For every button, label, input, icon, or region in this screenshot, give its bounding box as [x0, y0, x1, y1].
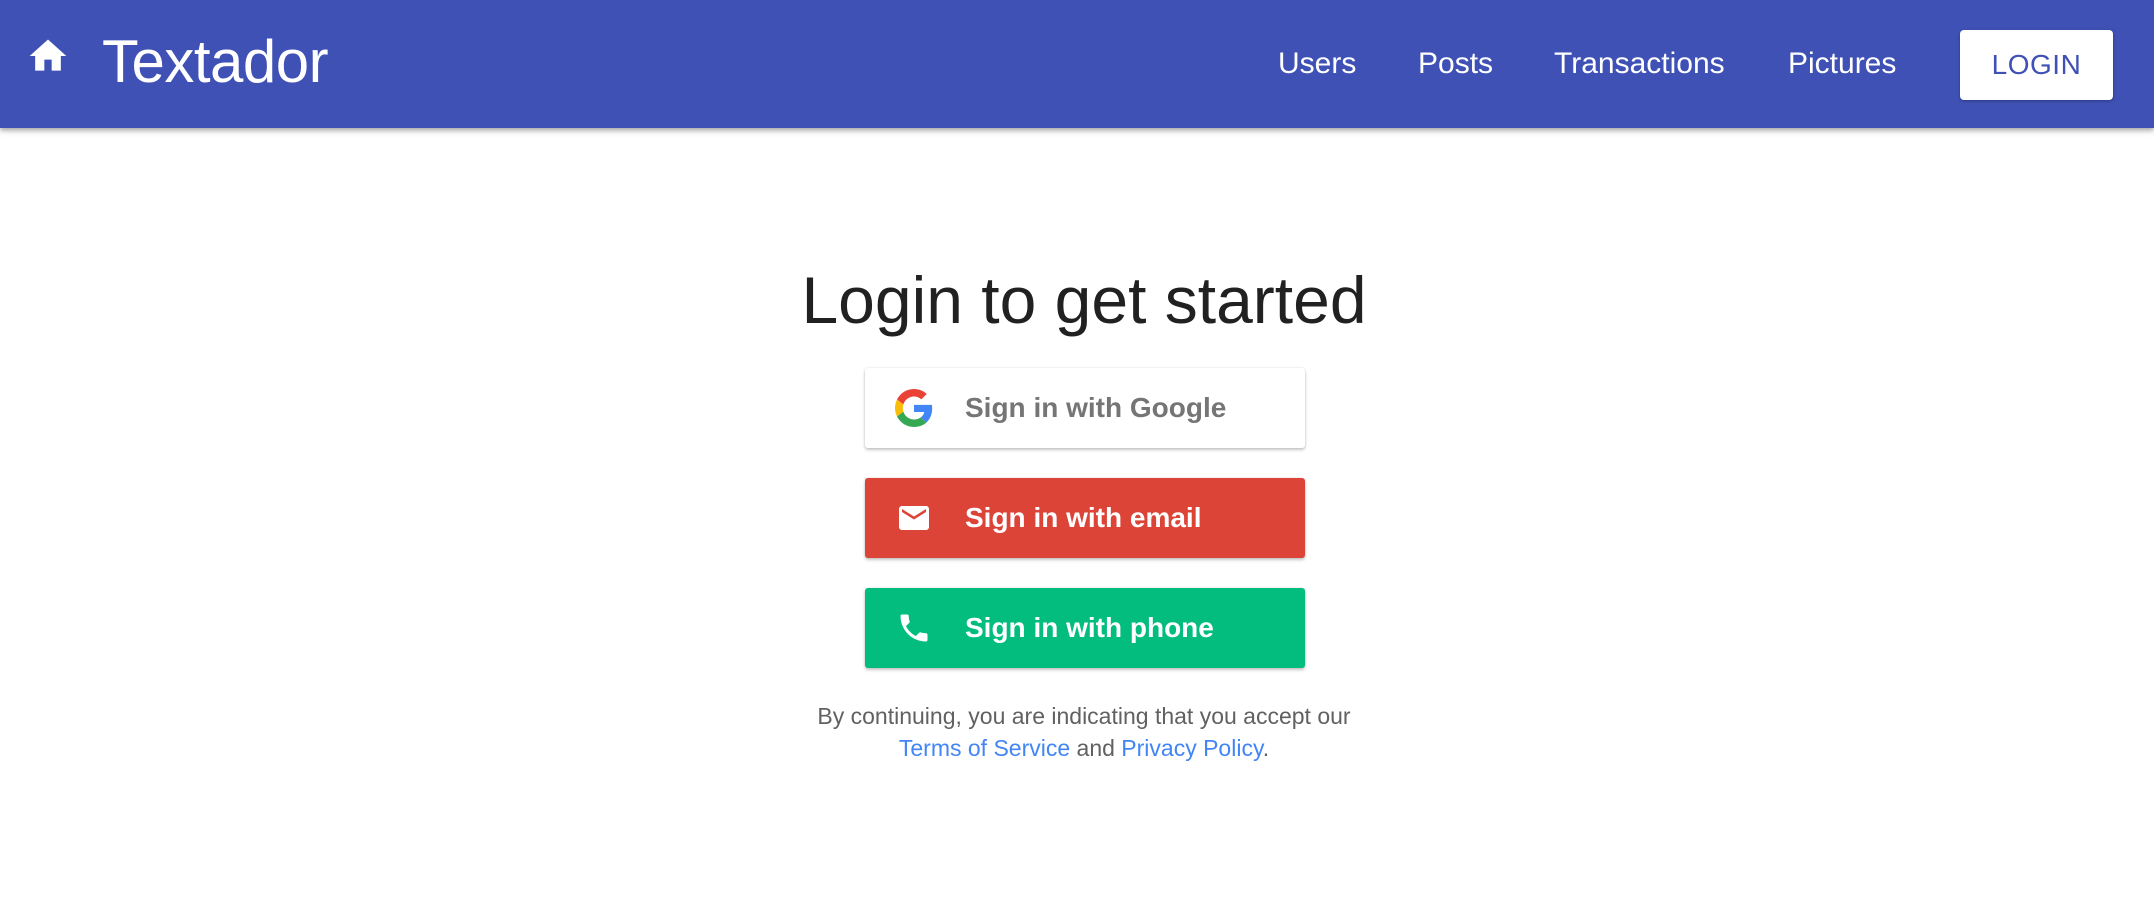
page-title: Login to get started — [801, 263, 1367, 337]
terms-notice-and: and — [1076, 735, 1115, 761]
sign-in-google-label: Sign in with Google — [965, 392, 1227, 423]
sign-in-phone-button[interactable]: Sign in with phone — [865, 588, 1305, 668]
login-button[interactable]: LOGIN — [1960, 30, 2113, 100]
sign-in-phone-label: Sign in with phone — [965, 612, 1214, 643]
home-button[interactable] — [22, 30, 74, 82]
sign-in-google-button[interactable]: Sign in with Google — [865, 368, 1305, 448]
terms-of-service-link[interactable]: Terms of Service — [899, 735, 1070, 761]
nav-pictures[interactable]: Pictures — [1788, 44, 1896, 84]
nav-users[interactable]: Users — [1278, 44, 1356, 84]
phone-icon — [895, 609, 933, 647]
google-logo-icon — [895, 389, 933, 427]
nav-transactions[interactable]: Transactions — [1554, 44, 1725, 84]
sign-in-email-button[interactable]: Sign in with email — [865, 478, 1305, 558]
mail-icon — [895, 499, 933, 537]
terms-notice-links: Terms of Service and Privacy Policy. — [0, 732, 2154, 764]
nav-posts[interactable]: Posts — [1418, 44, 1493, 84]
terms-notice-period: . — [1262, 735, 1270, 761]
home-icon — [29, 39, 67, 71]
privacy-policy-link[interactable]: Privacy Policy — [1121, 735, 1262, 761]
app-title[interactable]: Textador — [102, 26, 329, 98]
sign-in-email-label: Sign in with email — [965, 502, 1202, 533]
terms-notice-text: By continuing, you are indicating that y… — [817, 703, 1351, 729]
app-bar: Textador Users Posts Transactions Pictur… — [0, 0, 2154, 128]
terms-notice: By continuing, you are indicating that y… — [0, 700, 2154, 764]
